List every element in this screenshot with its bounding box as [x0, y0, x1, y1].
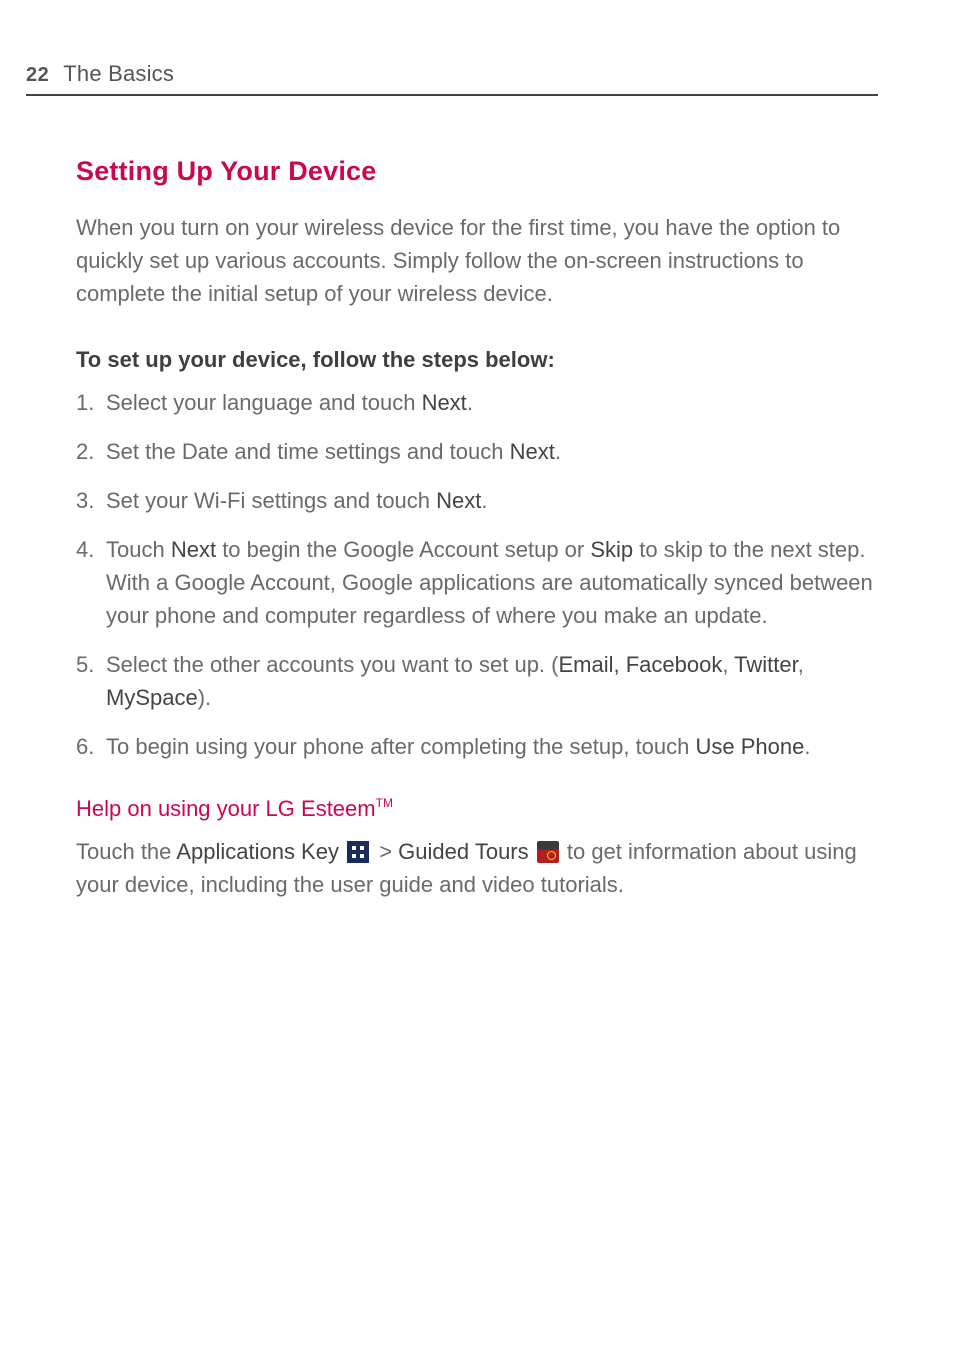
step-text: Set your Wi-Fi settings and touch: [106, 488, 436, 513]
section-title: The Basics: [63, 58, 174, 90]
step-twitter: Twitter: [734, 652, 798, 677]
trademark-symbol: TM: [376, 796, 393, 810]
step-text: Select your language and touch: [106, 390, 422, 415]
step-2: Set the Date and time settings and touch…: [76, 435, 878, 468]
step-6: To begin using your phone after completi…: [76, 730, 878, 763]
step-text: .: [555, 439, 561, 464]
steps-heading: To set up your device, follow the steps …: [76, 344, 878, 376]
applications-key-label: Applications Key: [176, 839, 339, 864]
step-text: to begin the Google Account setup or: [216, 537, 590, 562]
step-5: Select the other accounts you want to se…: [76, 648, 878, 714]
step-4: Touch Next to begin the Google Account s…: [76, 533, 878, 632]
step-text: .: [467, 390, 473, 415]
page-header: 22 The Basics: [26, 58, 878, 96]
steps-list: Select your language and touch Next. Set…: [76, 386, 878, 763]
step-text: ,: [798, 652, 804, 677]
step-text: .: [481, 488, 487, 513]
step-next: Next: [436, 488, 481, 513]
step-use-phone: Use Phone: [696, 734, 805, 759]
step-3: Set your Wi-Fi settings and touch Next.: [76, 484, 878, 517]
help-text: Touch the: [76, 839, 176, 864]
step-myspace: MySpace: [106, 685, 198, 710]
step-text: Set the Date and time settings and touch: [106, 439, 510, 464]
help-sep: >: [373, 839, 398, 864]
help-heading: Help on using your LG EsteemTM: [76, 793, 878, 825]
page-number: 22: [26, 61, 49, 90]
step-accounts: Email, Facebook: [558, 652, 722, 677]
help-heading-text: Help on using your LG Esteem: [76, 796, 376, 821]
step-text: ).: [198, 685, 211, 710]
step-text: Select the other accounts you want to se…: [106, 652, 558, 677]
step-text: Touch: [106, 537, 171, 562]
help-paragraph: Touch the Applications Key > Guided Tour…: [76, 835, 878, 901]
step-1: Select your language and touch Next.: [76, 386, 878, 419]
step-text: ,: [722, 652, 734, 677]
guided-tours-icon: [537, 841, 559, 863]
applications-key-icon: [347, 841, 369, 863]
step-next: Next: [171, 537, 216, 562]
step-skip: Skip: [590, 537, 633, 562]
main-heading: Setting Up Your Device: [76, 152, 878, 191]
step-text: .: [804, 734, 810, 759]
step-text: To begin using your phone after completi…: [106, 734, 696, 759]
step-next: Next: [422, 390, 467, 415]
intro-paragraph: When you turn on your wireless device fo…: [76, 211, 878, 310]
step-next: Next: [510, 439, 555, 464]
guided-tours-label: Guided Tours: [398, 839, 528, 864]
